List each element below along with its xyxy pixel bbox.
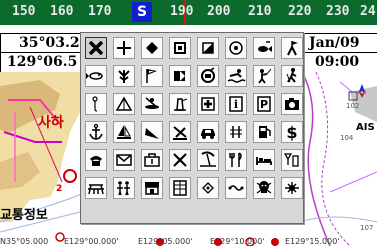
mail-icon[interactable] bbox=[113, 149, 135, 171]
wrench-icon[interactable] bbox=[169, 149, 191, 171]
bed-icon[interactable] bbox=[253, 149, 275, 171]
compass-tick: 24 bbox=[360, 4, 376, 19]
shop-icon[interactable] bbox=[141, 177, 163, 199]
half-square-icon[interactable] bbox=[197, 37, 219, 59]
arrow-diamond-icon[interactable] bbox=[197, 177, 219, 199]
parking-icon[interactable]: P bbox=[253, 93, 275, 115]
skull-icon[interactable] bbox=[253, 177, 275, 199]
info-divider bbox=[1, 52, 85, 53]
sailboat-icon[interactable] bbox=[113, 121, 135, 143]
coord-label: E129°05.000' bbox=[138, 237, 193, 246]
svg-text:P: P bbox=[260, 98, 268, 111]
building-icon[interactable] bbox=[169, 177, 191, 199]
coord-label: E129°15.000' bbox=[285, 237, 340, 246]
dollar-icon[interactable]: $ bbox=[281, 121, 303, 143]
tent-icon[interactable] bbox=[113, 93, 135, 115]
diamond-icon[interactable] bbox=[141, 37, 163, 59]
waves-icon[interactable] bbox=[225, 121, 247, 143]
compass-tick: 220 bbox=[288, 4, 312, 19]
swimmer-icon[interactable] bbox=[225, 65, 247, 87]
svg-text:i: i bbox=[234, 98, 238, 111]
fish-icon[interactable] bbox=[253, 37, 275, 59]
compass-tick: 150 bbox=[12, 4, 36, 19]
depth-label: 104 bbox=[340, 134, 354, 142]
jetski-icon[interactable] bbox=[141, 121, 163, 143]
beach-icon[interactable] bbox=[197, 149, 219, 171]
wreck-icon[interactable] bbox=[281, 177, 303, 199]
hiker-icon[interactable] bbox=[281, 65, 303, 87]
depth-label: 107 bbox=[360, 224, 374, 232]
x-mark-icon[interactable] bbox=[85, 37, 107, 59]
camera-icon[interactable] bbox=[281, 93, 303, 115]
flag-icon[interactable] bbox=[141, 65, 163, 87]
pennant-icon[interactable] bbox=[169, 65, 191, 87]
big-fish-icon[interactable] bbox=[85, 65, 107, 87]
coral-icon[interactable] bbox=[113, 65, 135, 87]
depth-label: 2 bbox=[56, 184, 63, 194]
cross-icon[interactable] bbox=[113, 37, 135, 59]
datetime-box: Jan/09 09:00 bbox=[298, 33, 377, 73]
family-icon[interactable] bbox=[113, 177, 135, 199]
skier-icon[interactable] bbox=[169, 121, 191, 143]
compass-tick: 190 bbox=[170, 4, 194, 19]
place-label: 교통정보 bbox=[0, 208, 48, 223]
triangle-flag-icon[interactable] bbox=[281, 37, 303, 59]
time-value: 09:00 bbox=[315, 54, 360, 70]
icon-palette: i P $ bbox=[80, 32, 304, 224]
phone-icon[interactable] bbox=[85, 149, 107, 171]
cocktail-icon[interactable] bbox=[281, 149, 303, 171]
svg-text:$: $ bbox=[286, 123, 297, 142]
tools-box-icon[interactable] bbox=[141, 149, 163, 171]
coord-label: N35°05.000 bbox=[0, 237, 49, 246]
compass-tick: 160 bbox=[50, 4, 74, 19]
restaurant-icon[interactable] bbox=[225, 149, 247, 171]
fuel-icon[interactable] bbox=[253, 121, 275, 143]
diver-icon[interactable] bbox=[197, 65, 219, 87]
compass-tick: 200 bbox=[207, 4, 231, 19]
buoy-icon[interactable] bbox=[85, 93, 107, 115]
square-icon[interactable] bbox=[169, 37, 191, 59]
place-label: 사하 bbox=[38, 115, 64, 131]
kayak-icon[interactable] bbox=[141, 93, 163, 115]
fisherman-icon[interactable] bbox=[253, 65, 275, 87]
coord-label: E129°00.000' bbox=[64, 237, 119, 246]
heading-marker: S bbox=[132, 2, 152, 22]
position-box: 35°03.2 129°06.5 bbox=[0, 33, 86, 73]
info-icon[interactable]: i bbox=[225, 93, 247, 115]
car-icon[interactable] bbox=[197, 121, 219, 143]
date-value: Jan/09 bbox=[309, 35, 360, 51]
binoculars-icon[interactable] bbox=[225, 177, 247, 199]
compass-tick: 230 bbox=[326, 4, 350, 19]
circle-dot-icon[interactable] bbox=[225, 37, 247, 59]
first-aid-icon[interactable] bbox=[197, 93, 219, 115]
picnic-table-icon[interactable] bbox=[85, 177, 107, 199]
compass-strip: 150 160 170 S 190 200 210 220 230 24 bbox=[0, 0, 377, 25]
anchor-icon[interactable] bbox=[85, 121, 107, 143]
latitude-value: 35°03.2 bbox=[19, 35, 80, 51]
lighthouse-icon[interactable] bbox=[169, 93, 191, 115]
coordinate-scale: N35°05.000 E129°00.000' E129°05.000' E12… bbox=[0, 237, 377, 246]
info-divider bbox=[299, 52, 377, 53]
compass-tick: 170 bbox=[88, 4, 112, 19]
compass-tick: 210 bbox=[248, 4, 272, 19]
depth-label: 102 bbox=[346, 102, 360, 110]
longitude-value: 129°06.5 bbox=[7, 54, 78, 70]
coord-label: E129°10.000' bbox=[210, 237, 265, 246]
ais-label: AIS bbox=[356, 122, 375, 133]
